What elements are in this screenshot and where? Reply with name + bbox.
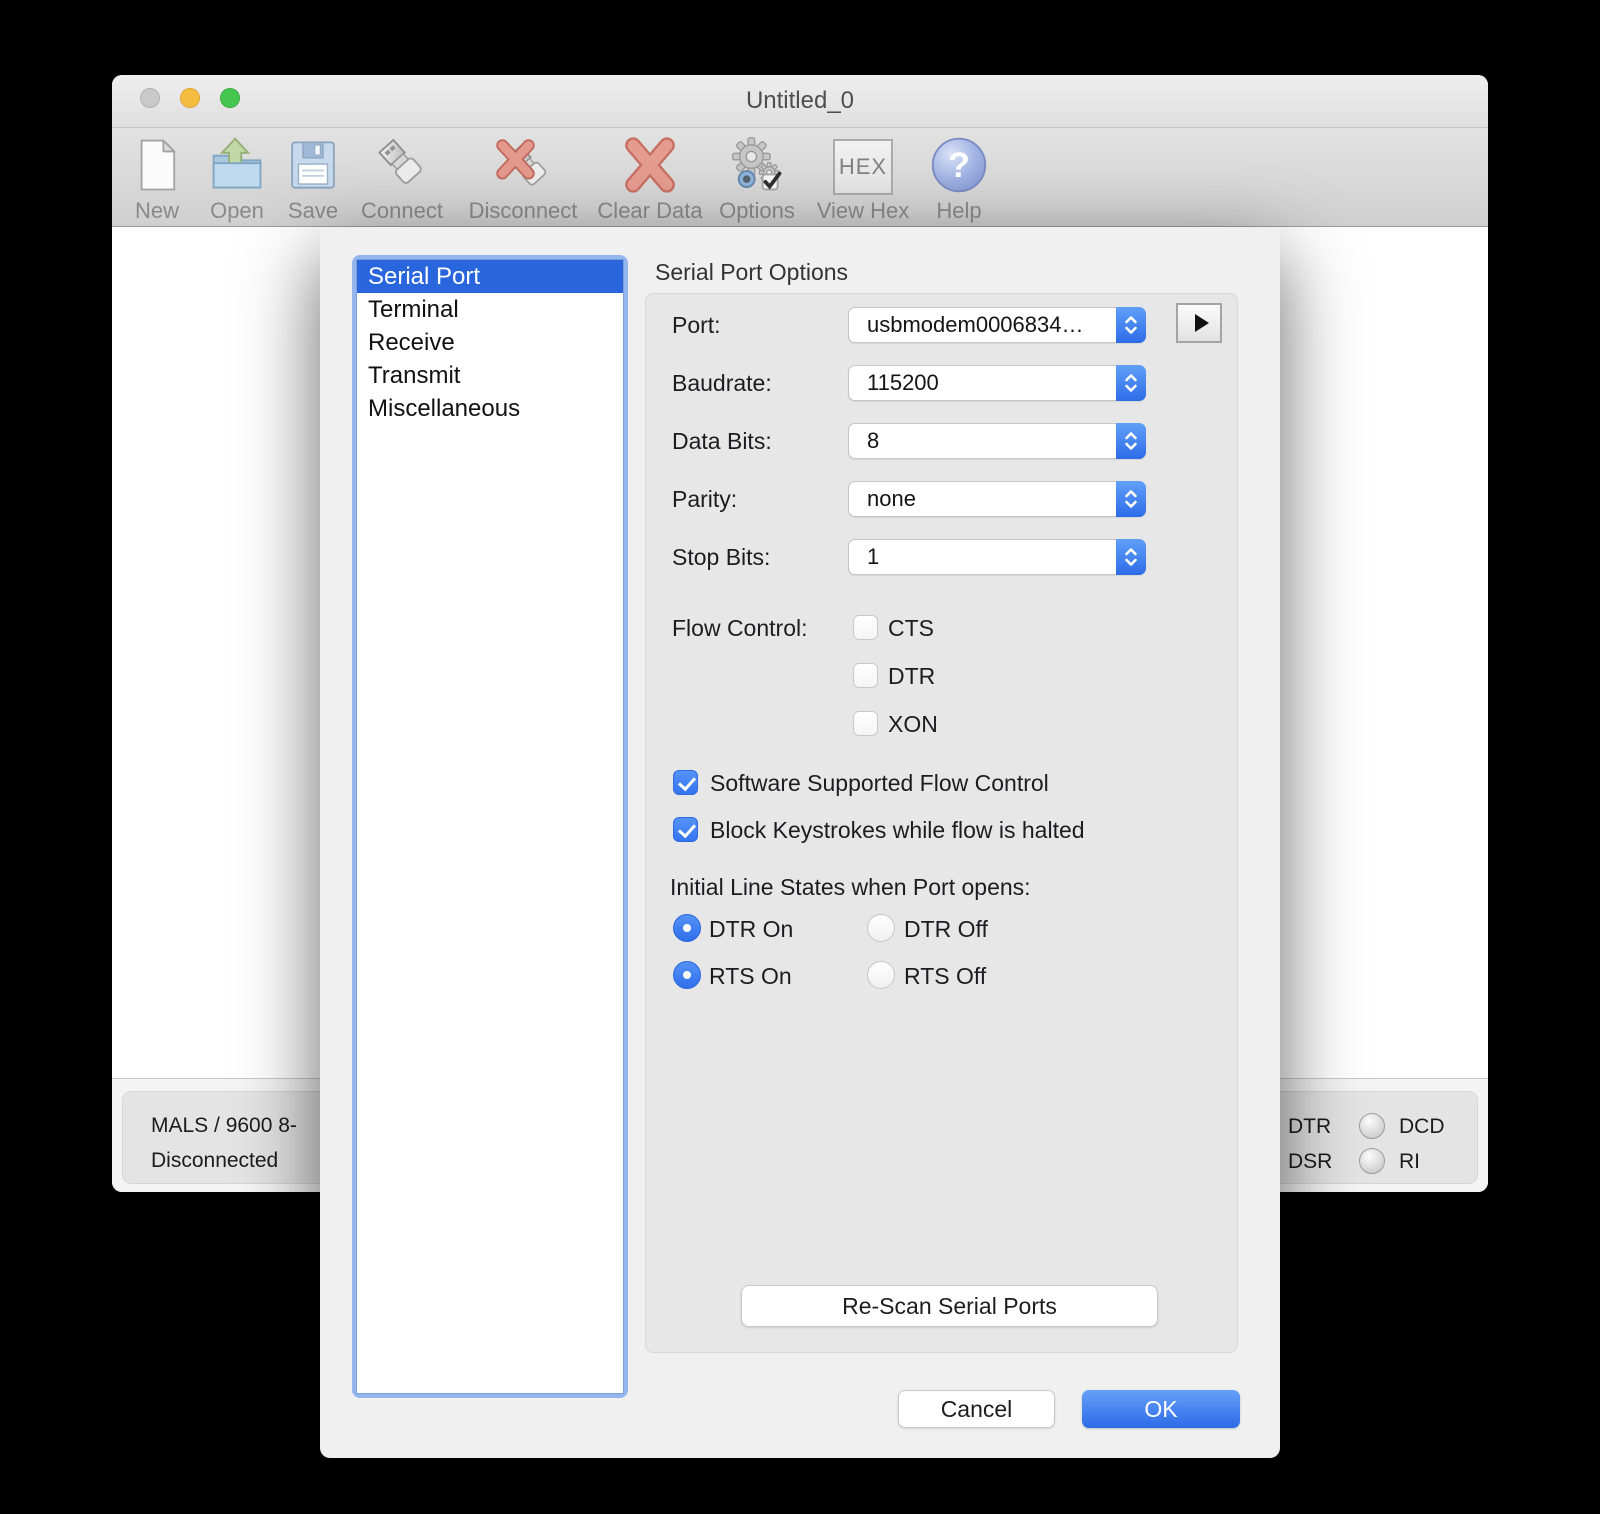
gears-options-icon	[727, 132, 787, 198]
dcd-led-indicator	[1359, 1113, 1385, 1139]
flow-control-label: Flow Control:	[672, 615, 808, 641]
cancel-button[interactable]: Cancel	[898, 1390, 1055, 1428]
category-item-miscellaneous[interactable]: Miscellaneous	[357, 392, 623, 425]
toolbar-label: New	[134, 198, 179, 223]
xon-checkbox[interactable]	[853, 711, 878, 736]
view-hex-button[interactable]: HEX View Hex	[807, 132, 919, 224]
save-button[interactable]: Save	[278, 132, 348, 224]
titlebar: Untitled_0	[112, 75, 1488, 128]
new-document-icon	[128, 132, 186, 198]
rts-on-radio[interactable]	[673, 961, 701, 989]
dtr-checkbox[interactable]	[853, 663, 878, 688]
disconnect-button[interactable]: Disconnect	[457, 132, 589, 224]
xon-label: XON	[888, 711, 938, 737]
port-select[interactable]: usbmodem0006834…	[848, 307, 1146, 343]
port-details-button[interactable]	[1176, 303, 1222, 343]
rts-off-radio[interactable]	[867, 961, 895, 989]
baudrate-label: Baudrate:	[672, 370, 772, 396]
stop-bits-select[interactable]: 1	[848, 539, 1146, 575]
stepper-icon	[1116, 307, 1146, 343]
initial-line-states-heading: Initial Line States when Port opens:	[670, 874, 1031, 900]
port-label: Port:	[672, 312, 721, 338]
toolbar-label: Connect	[361, 198, 443, 223]
window-title: Untitled_0	[745, 87, 855, 114]
help-question-icon: ?	[929, 132, 989, 198]
dsr-indicator-label: DSR	[1288, 1150, 1333, 1173]
toolbar-label: Help	[936, 198, 982, 223]
data-bits-label: Data Bits:	[672, 428, 772, 454]
help-button[interactable]: ? Help	[923, 132, 995, 224]
ok-button[interactable]: OK	[1082, 1390, 1240, 1428]
stop-bits-label: Stop Bits:	[672, 544, 771, 570]
dtr-off-label: DTR Off	[904, 916, 988, 942]
dtr-on-label: DTR On	[709, 916, 794, 942]
toolbar-label: View Hex	[816, 198, 910, 223]
connect-button[interactable]: Connect	[352, 132, 452, 224]
toolbar-label: Options	[719, 198, 795, 223]
pane-heading: Serial Port Options	[655, 259, 849, 285]
stepper-icon	[1116, 365, 1146, 401]
connection-state: Disconnected	[151, 1149, 279, 1172]
stepper-icon	[1116, 423, 1146, 459]
block-keystrokes-label: Block Keystrokes while flow is halted	[710, 817, 1085, 843]
ri-indicator-label: RI	[1399, 1150, 1420, 1173]
rts-off-label: RTS Off	[904, 963, 987, 989]
dcd-indicator-label: DCD	[1399, 1115, 1445, 1138]
stepper-icon	[1116, 481, 1146, 517]
toolbar-label: Save	[287, 198, 339, 223]
software-flow-label: Software Supported Flow Control	[710, 770, 1049, 796]
right-triangle-icon	[1195, 314, 1209, 332]
options-dialog: Serial Port Terminal Receive Transmit Mi…	[320, 227, 1280, 1458]
stepper-icon	[1116, 539, 1146, 575]
usb-connect-icon	[372, 132, 432, 198]
floppy-disk-icon	[284, 132, 342, 198]
toolbar-label: Clear Data	[597, 198, 703, 223]
dtr-on-radio[interactable]	[673, 914, 701, 942]
new-button[interactable]: New	[122, 132, 192, 224]
options-button[interactable]: Options	[712, 132, 802, 224]
svg-text:?: ?	[948, 145, 970, 185]
options-category-list: Serial Port Terminal Receive Transmit Mi…	[352, 255, 628, 1398]
toolbar-label: Disconnect	[468, 198, 578, 223]
connection-summary: MALS / 9600 8-	[151, 1114, 297, 1137]
category-item-serial-port[interactable]: Serial Port	[357, 260, 623, 293]
block-keystrokes-checkbox[interactable]	[673, 817, 698, 842]
open-folder-icon	[207, 132, 267, 198]
dtr-label: DTR	[888, 663, 936, 689]
parity-label: Parity:	[672, 486, 738, 512]
open-button[interactable]: Open	[200, 132, 274, 224]
usb-disconnect-icon	[493, 132, 553, 198]
baudrate-select[interactable]: 115200	[848, 365, 1146, 401]
clear-x-icon	[620, 132, 680, 198]
cts-label: CTS	[888, 615, 934, 641]
dtr-indicator-label: DTR	[1288, 1115, 1332, 1138]
toolbar-label: Open	[210, 198, 264, 223]
rts-on-label: RTS On	[709, 963, 792, 989]
toolbar: New Open Save Connect Disconnect Clear D…	[112, 128, 1488, 227]
parity-select[interactable]: none	[848, 481, 1146, 517]
rescan-serial-ports-button[interactable]: Re-Scan Serial Ports	[741, 1285, 1158, 1327]
category-item-terminal[interactable]: Terminal	[357, 293, 623, 326]
cts-checkbox[interactable]	[853, 615, 878, 640]
hex-box-icon: HEX	[833, 132, 893, 198]
category-item-receive[interactable]: Receive	[357, 326, 623, 359]
dtr-off-radio[interactable]	[867, 914, 895, 942]
category-item-transmit[interactable]: Transmit	[357, 359, 623, 392]
clear-data-button[interactable]: Clear Data	[590, 132, 710, 224]
software-flow-checkbox[interactable]	[673, 770, 698, 795]
ri-led-indicator	[1359, 1148, 1385, 1174]
data-bits-select[interactable]: 8	[848, 423, 1146, 459]
